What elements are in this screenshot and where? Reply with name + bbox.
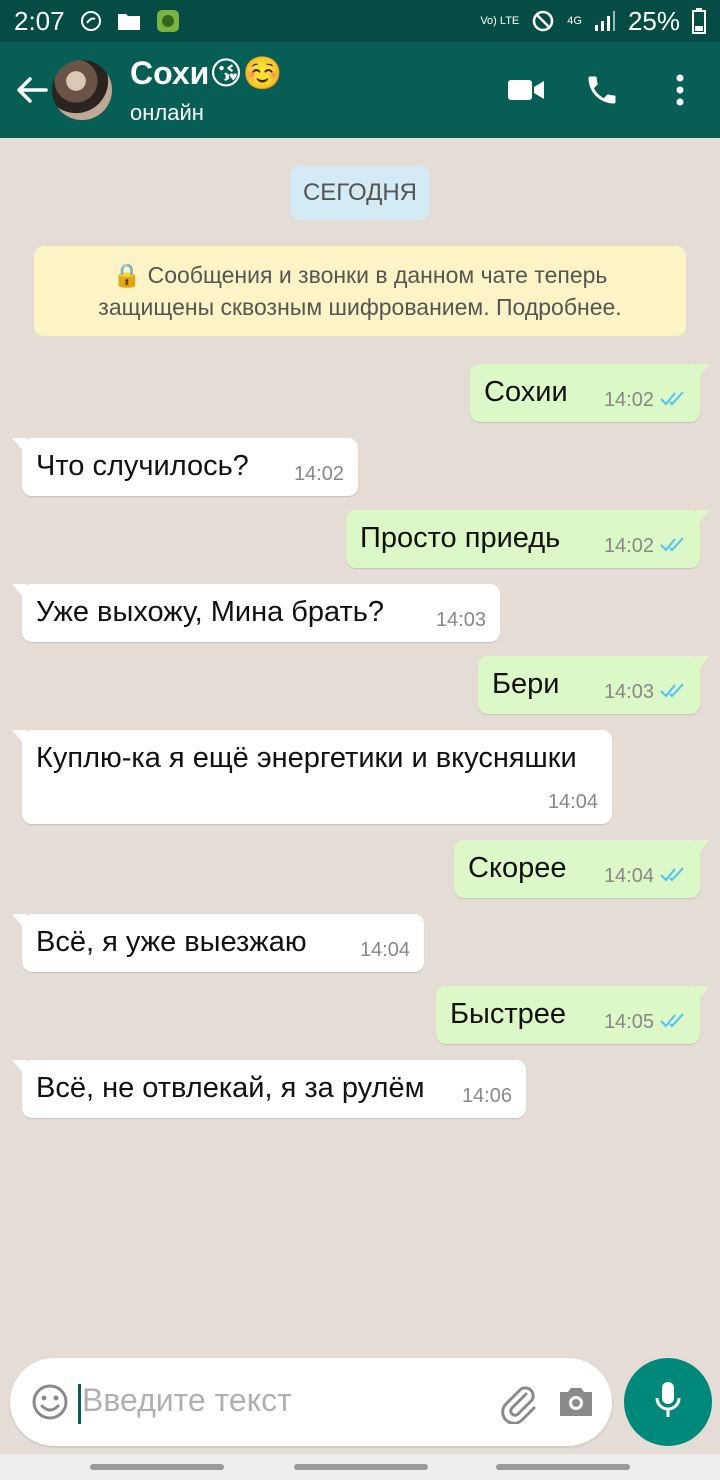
text-caret	[78, 1384, 81, 1424]
message-outgoing[interactable]: Скорее 14:04	[454, 840, 710, 898]
camera-icon[interactable]	[554, 1380, 598, 1424]
read-receipt-icon	[660, 389, 686, 412]
folder-icon	[117, 11, 141, 31]
read-receipt-icon	[660, 865, 686, 888]
message-time: 14:04	[359, 939, 410, 961]
message-outgoing[interactable]: Бери 14:03	[478, 656, 710, 714]
game-icon	[155, 8, 181, 34]
phone-icon[interactable]	[580, 68, 624, 112]
message-incoming[interactable]: Куплю-ка я ещё энергетики и вкусняшки 14…	[12, 730, 612, 824]
battery-percent: 25%	[627, 5, 680, 36]
chat-header: Сохи😘☺️ онлайн	[0, 42, 720, 138]
message-time: 14:04	[603, 865, 654, 887]
nav-back-button[interactable]	[496, 1464, 630, 1470]
no-disturb-icon	[531, 9, 555, 33]
message-time: 14:02	[603, 389, 654, 411]
date-chip: СЕГОДНЯ	[290, 166, 430, 220]
contact-status: онлайн	[130, 100, 204, 125]
more-vert-icon[interactable]	[658, 68, 702, 112]
chat-area[interactable]: СЕГОДНЯ 🔒 Сообщения и звонки в данном ча…	[0, 138, 720, 1348]
emoji-icon[interactable]	[30, 1382, 70, 1422]
battery-icon	[692, 8, 706, 34]
message-incoming[interactable]: Всё, не отвлекай, я за рулём 14:06	[12, 1060, 526, 1118]
contact-name[interactable]: Сохи😘☺️	[130, 54, 283, 92]
message-text: Уже выхожу, Мина брать?	[36, 596, 385, 628]
network-type: 4G	[567, 14, 582, 27]
message-text: Скорее	[468, 852, 567, 884]
nav-recent-button[interactable]	[90, 1464, 224, 1470]
message-time: 14:03	[603, 681, 654, 703]
message-time: 14:05	[603, 1011, 654, 1033]
signal-icon	[594, 10, 616, 32]
volte-icon: Vo) LTE	[480, 14, 520, 27]
message-incoming[interactable]: Всё, я уже выезжаю 14:04	[12, 914, 424, 972]
back-arrow-icon[interactable]	[12, 70, 52, 110]
status-bar: 2:07 Vo) LTE 4G 25%	[0, 0, 720, 42]
message-time: 14:06	[461, 1085, 512, 1107]
message-text: Что случилось?	[36, 450, 249, 482]
message-text: Сохии	[484, 376, 568, 408]
message-outgoing[interactable]: Быстрее 14:05	[436, 986, 710, 1044]
mic-button[interactable]	[624, 1358, 712, 1446]
mic-icon	[653, 1380, 683, 1425]
message-time: 14:04	[547, 791, 598, 813]
message-incoming[interactable]: Что случилось? 14:02	[12, 438, 358, 496]
read-receipt-icon	[660, 1011, 686, 1034]
video-call-icon[interactable]	[504, 68, 548, 112]
message-text: Всё, не отвлекай, я за рулём	[36, 1072, 425, 1104]
message-text: Быстрее	[450, 998, 567, 1030]
message-time: 14:02	[293, 463, 344, 485]
avatar[interactable]	[52, 60, 112, 120]
message-outgoing[interactable]: Сохии 14:02	[470, 364, 710, 422]
message-text: Бери	[492, 668, 560, 700]
message-outgoing[interactable]: Просто приедь 14:02	[346, 510, 710, 568]
attach-icon[interactable]	[496, 1380, 540, 1425]
whatsapp-notification-icon	[79, 9, 103, 33]
message-time: 14:02	[603, 535, 654, 557]
message-input[interactable]: Введите текст	[82, 1382, 292, 1419]
message-text: Всё, я уже выезжаю	[36, 926, 307, 958]
status-time: 2:07	[14, 5, 65, 36]
message-time: 14:03	[435, 609, 486, 631]
message-incoming[interactable]: Уже выхожу, Мина брать? 14:03	[12, 584, 500, 642]
encryption-notice[interactable]: 🔒 Сообщения и звонки в данном чате тепер…	[34, 246, 686, 336]
message-text: Куплю-ка я ещё энергетики и вкусняшки	[36, 742, 577, 774]
message-composer[interactable]: Введите текст	[10, 1358, 612, 1446]
system-nav-bar	[0, 1454, 720, 1480]
message-text: Просто приедь	[360, 522, 561, 554]
nav-home-button[interactable]	[294, 1464, 428, 1470]
read-receipt-icon	[660, 535, 686, 558]
read-receipt-icon	[660, 681, 686, 704]
